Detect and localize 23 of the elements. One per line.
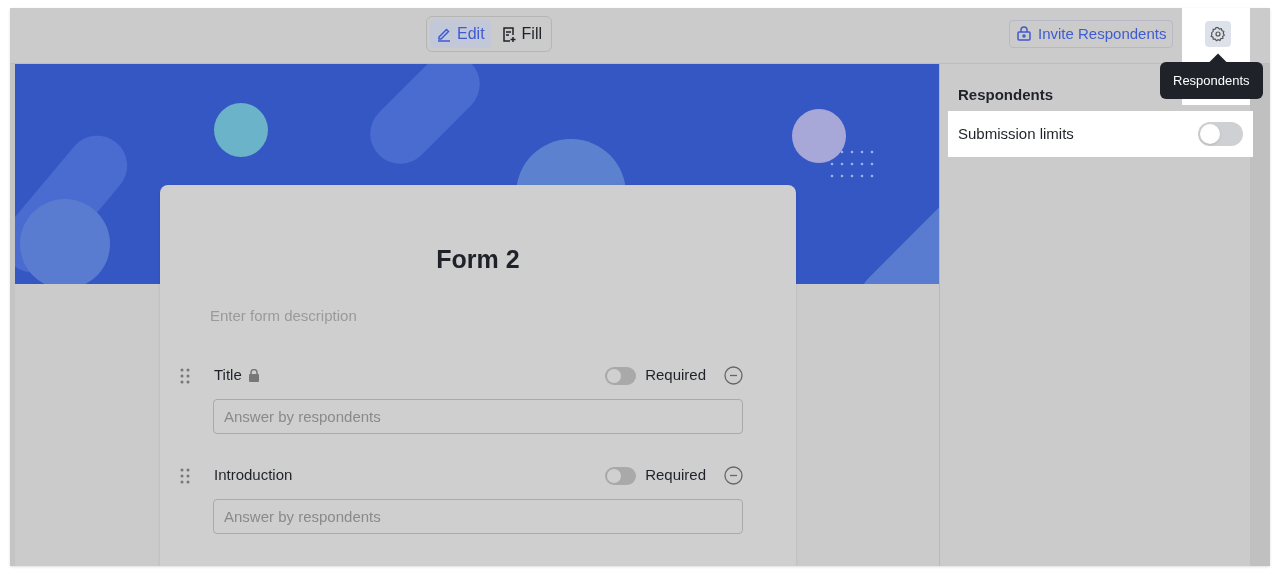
lock-icon — [1016, 26, 1032, 42]
required-label: Required — [645, 365, 706, 386]
settings-button[interactable] — [1205, 21, 1231, 47]
settings-icon — [1210, 26, 1226, 42]
mode-tab[interactable]: Fill — [494, 20, 548, 48]
form-title: Form 2 — [435, 244, 521, 275]
setting-label: Submission limits — [958, 123, 1074, 144]
drag-handle-icon[interactable] — [180, 367, 190, 384]
mode-tab[interactable]: Edit — [430, 20, 491, 48]
invite-button[interactable]: Invite Respondents — [1009, 20, 1174, 48]
document-plus-icon — [500, 25, 517, 43]
question-label: Title — [214, 365, 242, 386]
required-label: Required — [645, 465, 706, 486]
answer-field[interactable]: Answer by respondents — [213, 398, 743, 434]
tooltip: Respondents — [1160, 62, 1263, 99]
pencil-icon — [436, 26, 452, 42]
toggle-switch[interactable] — [1198, 122, 1243, 146]
question-label: Introduction — [214, 465, 293, 486]
answer-field[interactable]: Answer by respondents — [213, 498, 743, 534]
remove-icon[interactable] — [724, 466, 743, 485]
remove-icon[interactable] — [724, 366, 743, 385]
panel-heading: Respondents — [958, 85, 1053, 105]
drag-handle-icon[interactable] — [180, 467, 190, 484]
